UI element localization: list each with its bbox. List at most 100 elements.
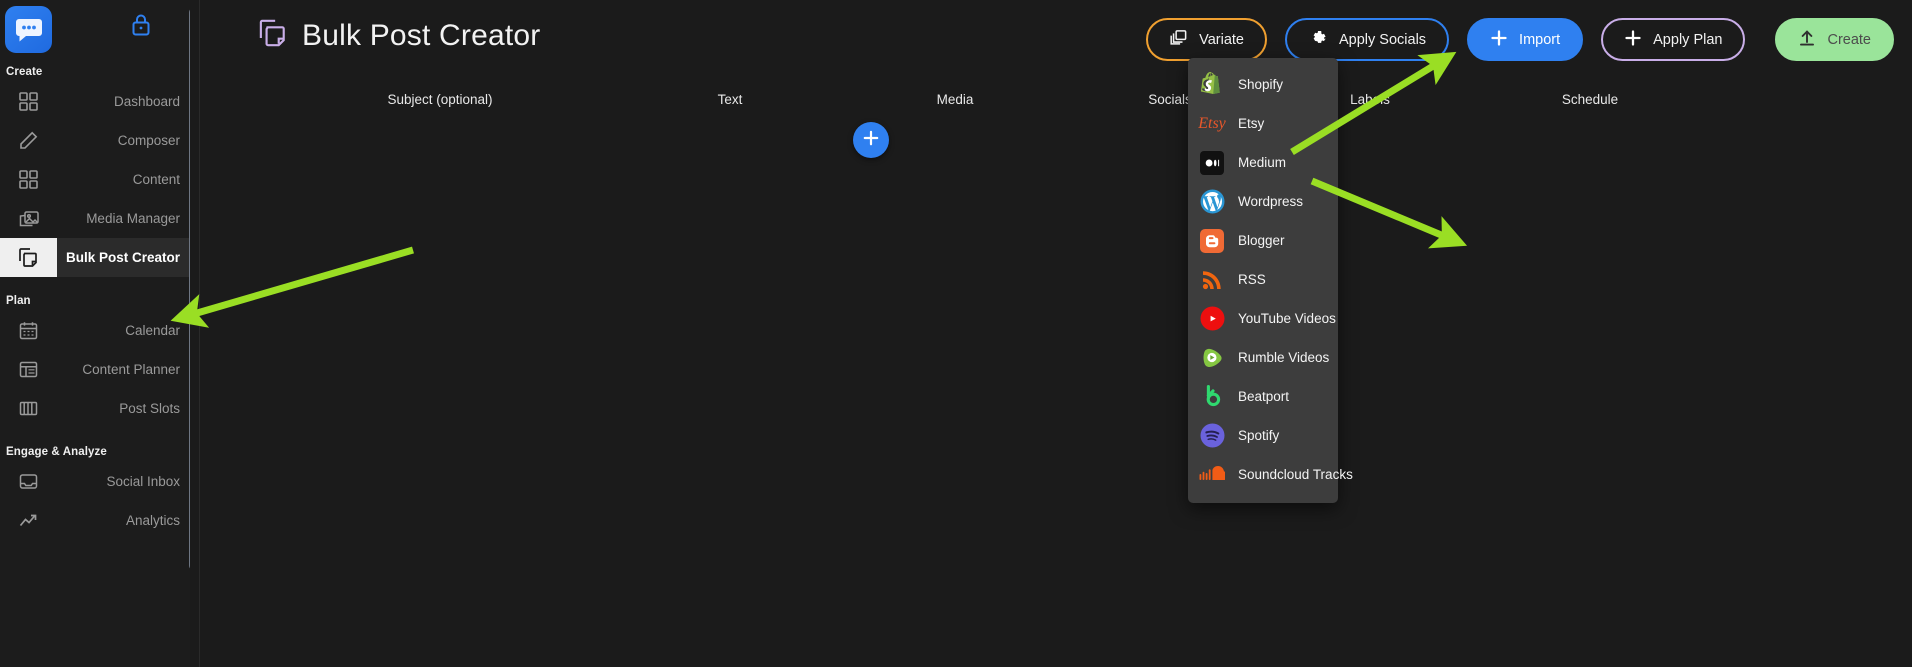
main-content: Bulk Post Creator Variate Apply Socials … bbox=[200, 0, 1912, 667]
copy-stack-icon bbox=[258, 18, 288, 53]
table-icon bbox=[0, 350, 57, 389]
menu-item-label: Beatport bbox=[1238, 389, 1290, 404]
rss-icon bbox=[1199, 267, 1225, 293]
menu-item-medium[interactable]: Medium bbox=[1188, 143, 1338, 182]
menu-item-label: Etsy bbox=[1238, 116, 1265, 131]
sidebar-item-label: Bulk Post Creator bbox=[65, 250, 180, 265]
menu-item-etsy[interactable]: Etsy Etsy bbox=[1188, 104, 1338, 143]
layers-icon bbox=[1169, 28, 1188, 51]
menu-item-label: YouTube Videos bbox=[1238, 311, 1336, 326]
sidebar-group-title-create: Create bbox=[6, 66, 43, 78]
sidebar-group-title-plan: Plan bbox=[6, 295, 31, 307]
etsy-icon: Etsy bbox=[1198, 114, 1226, 132]
sidebar-item-dashboard[interactable]: Dashboard bbox=[0, 82, 190, 121]
menu-item-label: Rumble Videos bbox=[1238, 350, 1330, 365]
sidebar-item-bulk-post-creator[interactable]: Bulk Post Creator bbox=[0, 238, 190, 277]
sidebar-item-media-manager[interactable]: Media Manager bbox=[0, 199, 190, 238]
column-header-media: Media bbox=[936, 92, 974, 107]
menu-item-label: Shopify bbox=[1238, 77, 1284, 92]
apply-plan-label: Apply Plan bbox=[1653, 31, 1723, 48]
import-dropdown-menu: Shopify Etsy Etsy Medium Wordpress Blogg… bbox=[1188, 58, 1353, 503]
sidebar-item-calendar[interactable]: Calendar bbox=[0, 311, 190, 350]
upload-icon bbox=[1798, 29, 1816, 51]
calendar-icon bbox=[0, 311, 57, 350]
sidebar-item-label: Media Manager bbox=[86, 211, 180, 226]
toolbar: Variate Apply Socials Import Apply Plan … bbox=[1146, 18, 1894, 61]
sidebar: Create Dashboard Composer Content Media … bbox=[0, 0, 190, 667]
sidebar-item-content-planner[interactable]: Content Planner bbox=[0, 350, 190, 389]
menu-item-shopify[interactable]: Shopify bbox=[1188, 65, 1338, 104]
bulk-post-creator-page: Create Dashboard Composer Content Media … bbox=[0, 0, 1912, 667]
wordpress-icon bbox=[1199, 189, 1225, 215]
trend-up-icon bbox=[0, 501, 57, 540]
sidebar-item-label: Analytics bbox=[125, 513, 180, 528]
menu-item-label: Wordpress bbox=[1238, 194, 1304, 209]
sidebar-item-composer[interactable]: Composer bbox=[0, 121, 190, 160]
menu-item-rumble-videos[interactable]: Rumble Videos bbox=[1188, 338, 1338, 377]
sidebar-item-label: Post Slots bbox=[119, 401, 180, 416]
create-label: Create bbox=[1827, 31, 1871, 48]
menu-item-label: Blogger bbox=[1238, 233, 1285, 248]
plus-icon bbox=[1490, 29, 1508, 51]
sidebar-group-title-engage: Engage & Analyze bbox=[6, 446, 107, 458]
sidebar-scrollbar[interactable] bbox=[189, 8, 190, 570]
grid-column-headers: Subject (optional) Text Media Socials La… bbox=[200, 92, 1912, 114]
pencil-icon bbox=[0, 121, 57, 160]
sidebar-item-label: Calendar bbox=[125, 323, 180, 338]
sidebar-header bbox=[0, 0, 190, 58]
sidebar-item-social-inbox[interactable]: Social Inbox bbox=[0, 462, 190, 501]
sidebar-item-analytics[interactable]: Analytics bbox=[0, 501, 190, 540]
sidebar-item-content[interactable]: Content bbox=[0, 160, 190, 199]
spotify-icon bbox=[1199, 423, 1225, 449]
menu-item-label: Soundcloud Tracks bbox=[1238, 467, 1353, 482]
lock-icon[interactable] bbox=[130, 13, 152, 37]
menu-item-spotify[interactable]: Spotify bbox=[1188, 416, 1338, 455]
plus-icon bbox=[862, 128, 880, 152]
copy-stack-icon bbox=[0, 238, 57, 277]
medium-icon bbox=[1199, 150, 1225, 176]
variate-label: Variate bbox=[1199, 31, 1244, 48]
page-title-row: Bulk Post Creator bbox=[258, 18, 541, 53]
import-button[interactable]: Import bbox=[1467, 18, 1584, 61]
columns-icon bbox=[0, 389, 57, 428]
sidebar-item-post-slots[interactable]: Post Slots bbox=[0, 389, 190, 428]
column-header-subject: Subject (optional) bbox=[387, 92, 493, 107]
soundcloud-icon bbox=[1199, 462, 1225, 488]
add-row-button[interactable] bbox=[853, 122, 889, 158]
menu-item-label: Medium bbox=[1238, 155, 1287, 170]
menu-item-blogger[interactable]: Blogger bbox=[1188, 221, 1338, 260]
youtube-icon bbox=[1199, 306, 1225, 332]
sidebar-item-label: Social Inbox bbox=[106, 474, 180, 489]
sidebar-item-label: Dashboard bbox=[113, 94, 180, 109]
menu-item-youtube-videos[interactable]: YouTube Videos bbox=[1188, 299, 1338, 338]
menu-item-label: Spotify bbox=[1238, 428, 1280, 443]
menu-item-label: RSS bbox=[1238, 272, 1266, 287]
apply-socials-button[interactable]: Apply Socials bbox=[1285, 18, 1450, 61]
images-icon bbox=[0, 199, 57, 238]
import-label: Import bbox=[1519, 31, 1561, 48]
grid-icon bbox=[0, 160, 57, 199]
create-button[interactable]: Create bbox=[1775, 18, 1894, 61]
gear-icon bbox=[1308, 28, 1328, 52]
rumble-icon bbox=[1199, 345, 1225, 371]
grid-icon bbox=[0, 82, 57, 121]
blogger-icon bbox=[1199, 228, 1225, 254]
menu-item-wordpress[interactable]: Wordpress bbox=[1188, 182, 1338, 221]
page-title: Bulk Post Creator bbox=[302, 18, 541, 52]
menu-item-soundcloud-tracks[interactable]: Soundcloud Tracks bbox=[1188, 455, 1353, 494]
sidebar-item-label: Composer bbox=[117, 133, 180, 148]
apply-socials-label: Apply Socials bbox=[1339, 31, 1427, 48]
menu-item-rss[interactable]: RSS bbox=[1188, 260, 1338, 299]
apply-plan-button[interactable]: Apply Plan bbox=[1601, 18, 1746, 61]
plus-icon bbox=[1624, 29, 1642, 51]
chat-bubble-logo[interactable] bbox=[5, 6, 52, 53]
shopify-icon bbox=[1199, 72, 1225, 98]
column-header-text: Text bbox=[717, 92, 743, 107]
inbox-icon bbox=[0, 462, 57, 501]
sidebar-item-label: Content bbox=[132, 172, 180, 187]
sidebar-item-label: Content Planner bbox=[82, 362, 180, 377]
beatport-icon bbox=[1199, 384, 1225, 410]
variate-button[interactable]: Variate bbox=[1146, 18, 1267, 61]
column-header-schedule: Schedule bbox=[1561, 92, 1619, 107]
menu-item-beatport[interactable]: Beatport bbox=[1188, 377, 1338, 416]
